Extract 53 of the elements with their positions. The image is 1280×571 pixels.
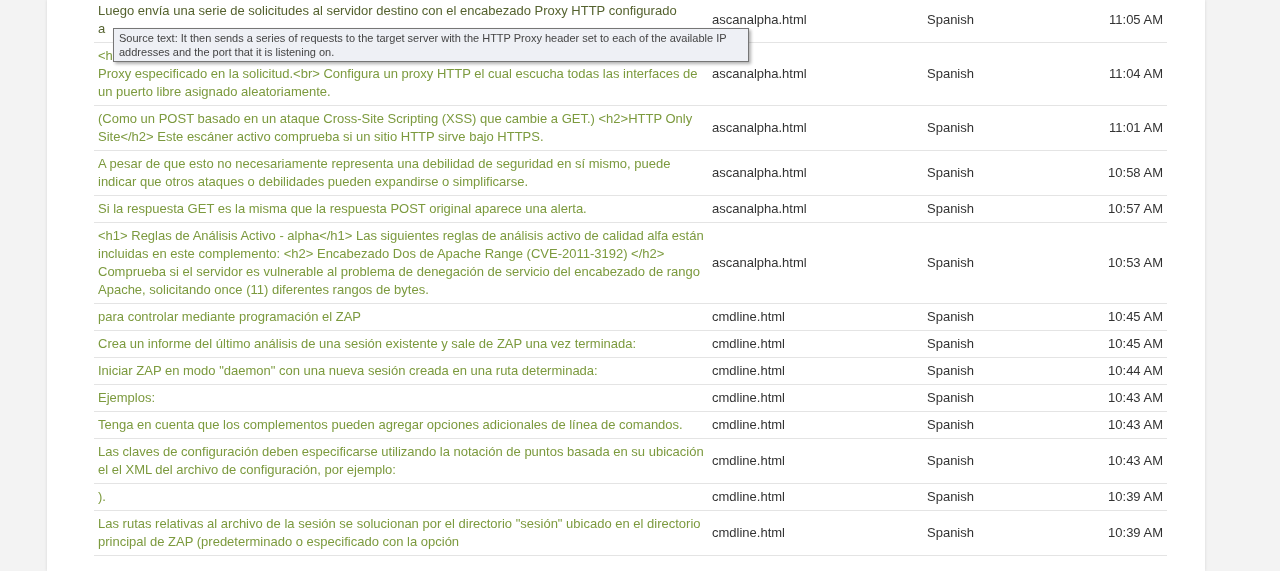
- file-cell: cmdline.html: [708, 510, 923, 556]
- language-cell: Spanish: [923, 330, 1093, 358]
- file-cell: cmdline.html: [708, 357, 923, 385]
- file-cell: cmdline.html: [708, 438, 923, 484]
- file-cell: cmdline.html: [708, 303, 923, 331]
- language-cell: Spanish: [923, 411, 1093, 439]
- time-cell: 10:39 AM: [1093, 483, 1167, 511]
- time-cell: 10:39 AM: [1093, 510, 1167, 556]
- language-cell: Spanish: [923, 150, 1093, 196]
- time-cell: 11:04 AM: [1093, 42, 1167, 106]
- language-cell: Spanish: [923, 510, 1093, 556]
- time-cell: 10:43 AM: [1093, 411, 1167, 439]
- time-cell: 10:43 AM: [1093, 384, 1167, 412]
- language-cell: Spanish: [923, 222, 1093, 304]
- source-text-cell: ).: [94, 483, 708, 511]
- time-cell: 11:05 AM: [1093, 0, 1167, 43]
- source-text-cell: Si la respuesta GET es la misma que la respuesta POST original aparece una alerta.: [94, 195, 708, 223]
- language-cell: Spanish: [923, 357, 1093, 385]
- source-text-cell: Iniciar ZAP en modo "daemon" con una nueva sesión creada en una ruta determinada:: [94, 357, 708, 385]
- language-cell: Spanish: [923, 438, 1093, 484]
- time-cell: 10:57 AM: [1093, 195, 1167, 223]
- time-cell: 10:58 AM: [1093, 150, 1167, 196]
- time-cell: 11:01 AM: [1093, 105, 1167, 151]
- language-cell: Spanish: [923, 105, 1093, 151]
- tooltip: Source text: It then sends a series of requests to the target server with the HTTP Proxy header set to each of the available IP addresses and the port that it is listening on.: [113, 28, 749, 62]
- source-text-cell: Ejemplos:: [94, 384, 708, 412]
- language-cell: Spanish: [923, 384, 1093, 412]
- time-cell: 10:44 AM: [1093, 357, 1167, 385]
- file-cell: cmdline.html: [708, 411, 923, 439]
- source-text-cell: Crea un informe del último análisis de una sesión existente y sale de ZAP una vez terminada:: [94, 330, 708, 358]
- source-text-cell: <h1> Reglas de Análisis Activo - alpha</h1> Las siguientes reglas de análisis activo de calidad alfa están incluidas en este complemento: <h2> Encabezado Dos de Apache Range (CVE-2011-3192) </h2> Comprueba si el servidor es vulnerable al problema de denegación de servicio del encabezado de rango Apache, solicitando once (11) diferentes rangos de bytes.: [94, 222, 708, 304]
- file-cell: ascanalpha.html: [708, 150, 923, 196]
- language-cell: Spanish: [923, 42, 1093, 106]
- time-cell: 10:43 AM: [1093, 438, 1167, 484]
- time-cell: 10:45 AM: [1093, 330, 1167, 358]
- language-cell: Spanish: [923, 303, 1093, 331]
- file-cell: ascanalpha.html: [708, 195, 923, 223]
- source-text-cell: (Como un POST basado en un ataque Cross-Site Scripting (XSS) que cambie a GET.) <h2>HTTP Only Site</h2> Este escáner activo comprueba si un sitio HTTP sirve bajo HTTPS.: [94, 105, 708, 151]
- source-text-cell: Tenga en cuenta que los complementos pueden agregar opciones adicionales de línea de comandos.: [94, 411, 708, 439]
- file-cell: ascanalpha.html: [708, 105, 923, 151]
- time-cell: 10:45 AM: [1093, 303, 1167, 331]
- file-cell: cmdline.html: [708, 384, 923, 412]
- language-cell: Spanish: [923, 483, 1093, 511]
- file-cell: cmdline.html: [708, 330, 923, 358]
- source-text-cell: Las rutas relativas al archivo de la sesión se solucionan por el directorio "sesión" ubicado en el directorio principal de ZAP (predeterminado o especificado con la opción: [94, 510, 708, 556]
- file-cell: ascanalpha.html: [708, 222, 923, 304]
- source-text-cell: A pesar de que esto no necesariamente representa una debilidad de seguridad en sí mismo, puede indicar que otros ataques o debilidades pueden expandirse o simplificarse.: [94, 150, 708, 196]
- file-cell: cmdline.html: [708, 483, 923, 511]
- time-cell: 10:53 AM: [1093, 222, 1167, 304]
- language-cell: Spanish: [923, 195, 1093, 223]
- source-text-cell: Las claves de configuración deben especificarse utilizando la notación de puntos basada en su ubicación el el XML del archivo de configuración, por ejemplo:: [94, 438, 708, 484]
- source-text-cell: para controlar mediante programación el ZAP: [94, 303, 708, 331]
- language-cell: Spanish: [923, 0, 1093, 43]
